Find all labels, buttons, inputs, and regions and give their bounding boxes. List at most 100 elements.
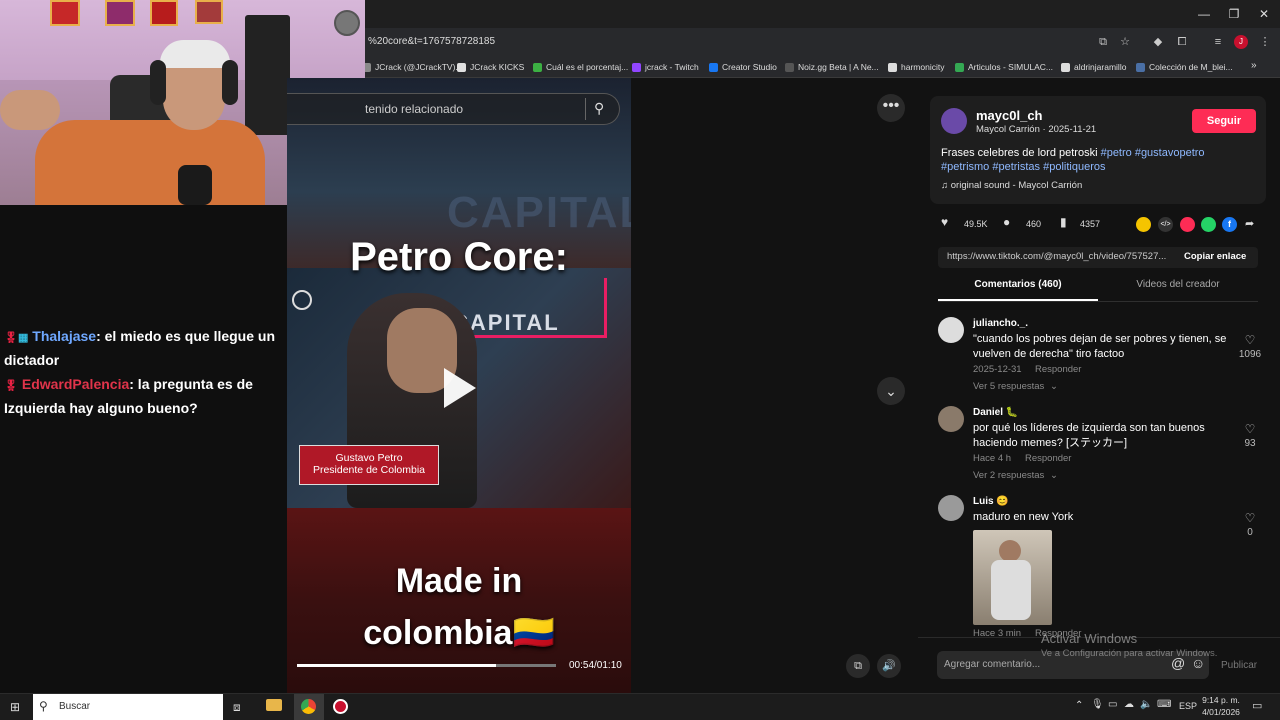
bookmark-item[interactable]: Articulos - SIMULAC... xyxy=(955,60,1053,74)
comment-author[interactable]: juliancho._. xyxy=(973,318,1028,329)
close-icon[interactable]: ✕ xyxy=(1256,6,1272,22)
task-view-icon[interactable]: ⧈ xyxy=(233,700,241,715)
taskbar-date[interactable]: 4/01/2026 xyxy=(1198,707,1244,717)
install-app-icon[interactable]: ⧉ xyxy=(1096,35,1110,49)
bookmark-item[interactable]: Cuál es el porcentaj... xyxy=(533,60,628,74)
chat-username[interactable]: EdwardPalencia xyxy=(22,376,129,392)
reply-button[interactable]: Responder xyxy=(1025,453,1071,464)
bookmark-item[interactable]: Noiz.gg Beta | A Ne... xyxy=(785,60,879,74)
share-link-box: https://www.tiktok.com/@mayc0l_ch/video/… xyxy=(938,247,1258,268)
chevron-down-icon[interactable]: ⌄ xyxy=(1050,381,1058,392)
activation-watermark-text: Ve a Configuración para activar Windows. xyxy=(1041,648,1218,659)
creator-subtitle: Maycol Carrión · 2025-11-21 xyxy=(976,124,1097,135)
avatar[interactable] xyxy=(938,495,964,521)
comment-text: por qué los líderes de izquierda son tan… xyxy=(973,422,1205,449)
profile-avatar-icon[interactable]: J xyxy=(1234,35,1248,49)
comment-image[interactable] xyxy=(973,530,1052,625)
reply-button[interactable]: Responder xyxy=(1035,364,1081,375)
tab-comments[interactable]: Comentarios (460) xyxy=(938,279,1098,290)
comment-text: "cuando los pobres dejan de ser pobres y… xyxy=(973,333,1227,360)
copy-link-button[interactable]: Copiar enlace xyxy=(1184,251,1246,262)
notifications-icon[interactable]: ▭ xyxy=(1252,699,1262,712)
embed-icon[interactable]: </> xyxy=(1158,217,1173,232)
view-replies-link[interactable]: Ver 5 respuestas xyxy=(973,381,1044,392)
url-field[interactable]: %20core&t=1767578728185 xyxy=(368,36,495,47)
bookmark-favicon-icon xyxy=(785,62,794,72)
bookmark-item[interactable]: harmonicity xyxy=(888,60,944,74)
wall-poster-2 xyxy=(105,0,135,26)
divider xyxy=(938,301,1258,302)
post-comment-button[interactable]: Publicar xyxy=(1221,660,1257,671)
chevron-down-icon[interactable]: ⌄ xyxy=(877,377,905,405)
speaker-icon[interactable]: 🔈 xyxy=(1140,699,1152,710)
avatar[interactable] xyxy=(938,406,964,432)
save-icon[interactable]: ▮ xyxy=(1060,215,1067,229)
network-icon[interactable]: ▭ xyxy=(1108,699,1117,710)
comment-date: Hace 4 h xyxy=(973,453,1012,464)
follow-button[interactable]: Seguir xyxy=(1192,109,1256,133)
progress-track[interactable] xyxy=(297,664,556,667)
taskbar-search-placeholder: Buscar xyxy=(59,701,91,712)
comment-date: 2025-12-31 xyxy=(973,364,1022,375)
pip-icon[interactable]: ⧉ xyxy=(846,654,870,678)
extensions-puzzle-icon[interactable]: ⧠ xyxy=(1175,35,1189,49)
taskbar-time[interactable]: 9:14 p. m. xyxy=(1198,695,1244,705)
tray-chevron-icon[interactable]: ⌃ xyxy=(1075,700,1083,711)
comment-author[interactable]: Daniel 🐛 xyxy=(973,407,1018,418)
onedrive-icon[interactable]: ☁ xyxy=(1124,699,1134,710)
chrome-menu-icon[interactable]: ⋮ xyxy=(1258,35,1272,49)
bookmark-item[interactable]: JCrack (@JCrackTV)... xyxy=(362,60,463,74)
file-explorer-icon[interactable] xyxy=(266,699,282,711)
bookmark-label: Articulos - SIMULAC... xyxy=(968,62,1054,72)
bookmark-label: jcrack - Twitch xyxy=(645,62,699,72)
related-search-bar[interactable]: tenido relacionado ⚲ xyxy=(287,93,620,125)
restore-icon[interactable]: ❐ xyxy=(1226,6,1242,22)
windows-start-icon[interactable]: ⊞ xyxy=(10,700,20,714)
bookmark-item[interactable]: jcrack - Twitch xyxy=(632,60,699,74)
bookmark-item[interactable]: JCrack KICKS xyxy=(457,60,524,74)
facebook-icon[interactable]: f xyxy=(1222,217,1237,232)
play-icon[interactable] xyxy=(444,368,476,408)
tab-search-icon[interactable]: ≡ xyxy=(1211,35,1225,49)
extension-diamond-icon[interactable]: ◆ xyxy=(1151,35,1165,49)
comment-like-icon[interactable]: ♡ xyxy=(1238,333,1262,347)
share-arrow-icon[interactable]: ➦ xyxy=(1245,217,1254,230)
more-bookmarks-icon[interactable]: » xyxy=(1251,60,1257,71)
view-replies-link[interactable]: Ver 2 respuestas xyxy=(973,470,1044,481)
bookmark-label: Noiz.gg Beta | A Ne... xyxy=(798,62,879,72)
comment-like-icon[interactable]: ♡ xyxy=(1238,422,1262,436)
avatar[interactable] xyxy=(938,317,964,343)
volume-icon[interactable]: 🔊 xyxy=(877,654,901,678)
share-url[interactable]: https://www.tiktok.com/@mayc0l_ch/video/… xyxy=(947,251,1183,262)
creator-username[interactable]: mayc0l_ch xyxy=(976,108,1043,123)
repost-icon[interactable] xyxy=(1136,217,1151,232)
bookmark-item[interactable]: aldrinjaramillo xyxy=(1061,60,1126,74)
chevron-down-icon[interactable]: ⌄ xyxy=(1050,470,1058,481)
language-indicator[interactable]: ESP xyxy=(1179,701,1197,711)
bookmark-item[interactable]: Creator Studio xyxy=(709,60,777,74)
bookmark-favicon-icon xyxy=(955,62,964,72)
sound-row[interactable]: ♫ original sound - Maycol Carrión xyxy=(941,180,1082,191)
like-icon[interactable]: ♥ xyxy=(941,215,948,229)
comment-like-icon[interactable]: ♡ xyxy=(1238,511,1262,525)
creator-avatar[interactable] xyxy=(941,108,967,134)
bookmark-star-icon[interactable]: ☆ xyxy=(1118,35,1132,49)
video-player[interactable]: CAPITAL CAPITAL Gustavo Petro Presidente… xyxy=(287,78,631,693)
send-icon[interactable] xyxy=(1180,217,1195,232)
minimize-icon[interactable]: — xyxy=(1196,6,1212,22)
more-options-icon[interactable]: ••• xyxy=(877,94,905,122)
video-time: 00:54/01:10 xyxy=(569,660,622,671)
comment-icon[interactable]: ● xyxy=(1003,215,1010,229)
bookmark-item[interactable]: Colección de M_blei... xyxy=(1136,60,1233,74)
lower-third-line1: Gustavo Petro xyxy=(335,452,403,464)
obs-icon[interactable] xyxy=(333,699,348,714)
tab-creator-videos[interactable]: Videos del creador xyxy=(1098,279,1258,290)
search-icon[interactable]: ⚲ xyxy=(594,100,604,117)
mic-icon[interactable]: 🎙 xyxy=(1091,699,1104,710)
taskbar-search[interactable]: ⚲ Buscar xyxy=(33,694,223,720)
whatsapp-icon[interactable] xyxy=(1201,217,1216,232)
comment-author[interactable]: Luis 😊 xyxy=(973,496,1009,507)
chrome-icon[interactable] xyxy=(301,699,316,714)
keyboard-icon[interactable]: ⌨ xyxy=(1157,699,1171,710)
chat-username[interactable]: Thalajase xyxy=(32,328,96,344)
